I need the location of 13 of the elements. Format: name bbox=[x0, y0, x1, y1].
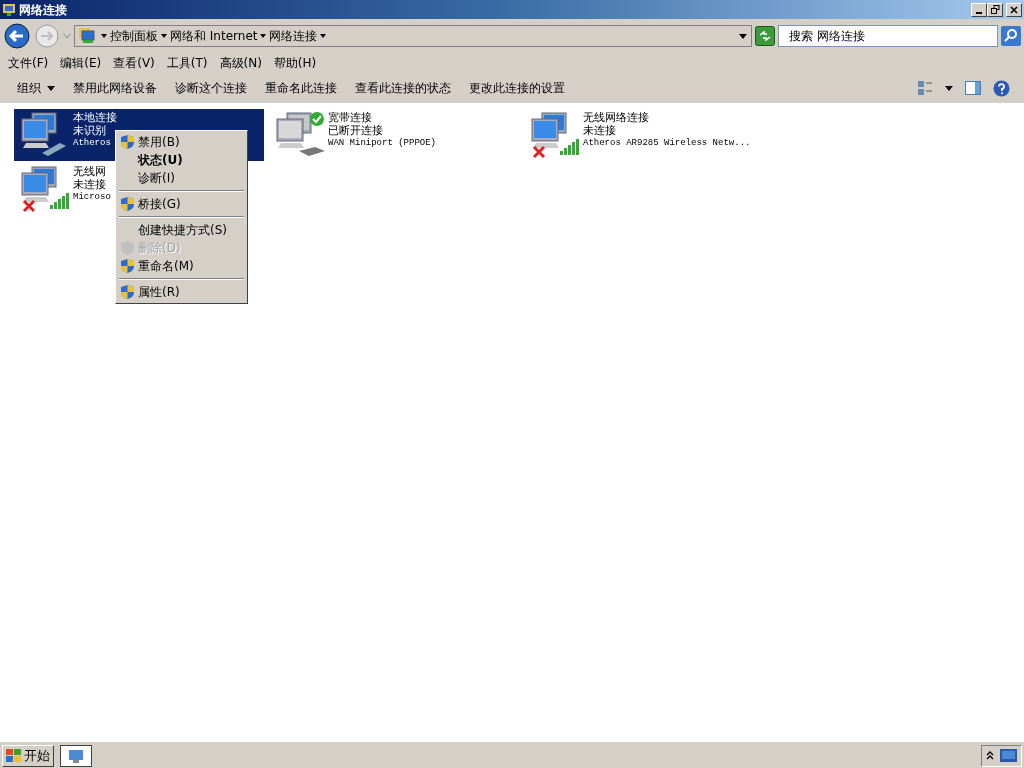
connection-status: 未连接 bbox=[583, 124, 617, 137]
connection-status: 未识别 bbox=[73, 124, 107, 137]
connection-name: 无线网络连接 bbox=[583, 111, 650, 124]
connection-name: 无线网 bbox=[73, 165, 107, 178]
device-name: Atheros AR9285 Wireless Netw... bbox=[583, 137, 751, 150]
window-title: 网络连接 bbox=[19, 1, 67, 19]
device-name: Microso bbox=[73, 191, 111, 204]
connection-status: 未连接 bbox=[73, 178, 107, 191]
connection-status: 已断开连接 bbox=[328, 124, 384, 137]
device-name: Atheros bbox=[73, 137, 112, 150]
connection-name: 宽带连接 bbox=[328, 111, 373, 124]
connection-name: 本地连接 bbox=[73, 111, 117, 124]
device-name: WAN Miniport (PPPOE) bbox=[328, 137, 437, 150]
